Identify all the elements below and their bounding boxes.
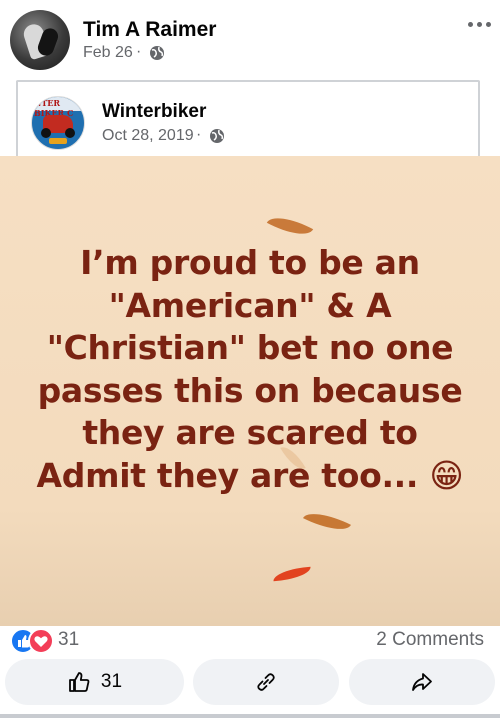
leaf-decoration (272, 566, 312, 582)
date-separator: · (136, 43, 142, 60)
meme-line: passes this on because (37, 370, 463, 410)
share-arrow-icon (412, 673, 432, 691)
meme-line: "Christian" bet no one (46, 328, 454, 367)
shared-page-name[interactable]: Winterbiker (102, 101, 206, 123)
author-avatar[interactable] (10, 10, 70, 70)
meme-text: I’m proud to be an "American" & A "Chris… (0, 242, 500, 497)
divider (0, 714, 500, 718)
reaction-count[interactable]: 31 (58, 629, 79, 651)
copy-link-button[interactable] (193, 659, 339, 705)
post-date[interactable]: Feb 26 (83, 44, 133, 62)
globe-icon (150, 46, 164, 60)
like-count: 31 (100, 671, 123, 692)
share-button[interactable] (349, 659, 495, 705)
meme-line: they are scared to (82, 413, 418, 452)
leaf-decoration (266, 208, 314, 244)
meme-line: "American" & A (108, 285, 392, 325)
page-logo[interactable]: NTER BIKER C (31, 96, 85, 150)
more-options-icon[interactable] (466, 16, 492, 32)
meme-line: I’m proud to be an (80, 243, 420, 282)
comments-count[interactable]: 2 Comments (376, 629, 484, 651)
meme-line: Admit they are too... 😁 (36, 455, 464, 495)
shared-date-separator: · (196, 126, 202, 143)
author-name[interactable]: Tim A Raimer (83, 18, 216, 42)
leaf-decoration (303, 504, 351, 539)
link-icon (257, 673, 275, 691)
reactions-summary[interactable] (10, 628, 60, 654)
shared-post-date[interactable]: Oct 28, 2019 (102, 127, 194, 145)
thumbs-up-icon (69, 672, 90, 692)
love-icon (28, 628, 54, 654)
like-button[interactable]: 31 (5, 659, 184, 705)
globe-icon (210, 129, 224, 143)
